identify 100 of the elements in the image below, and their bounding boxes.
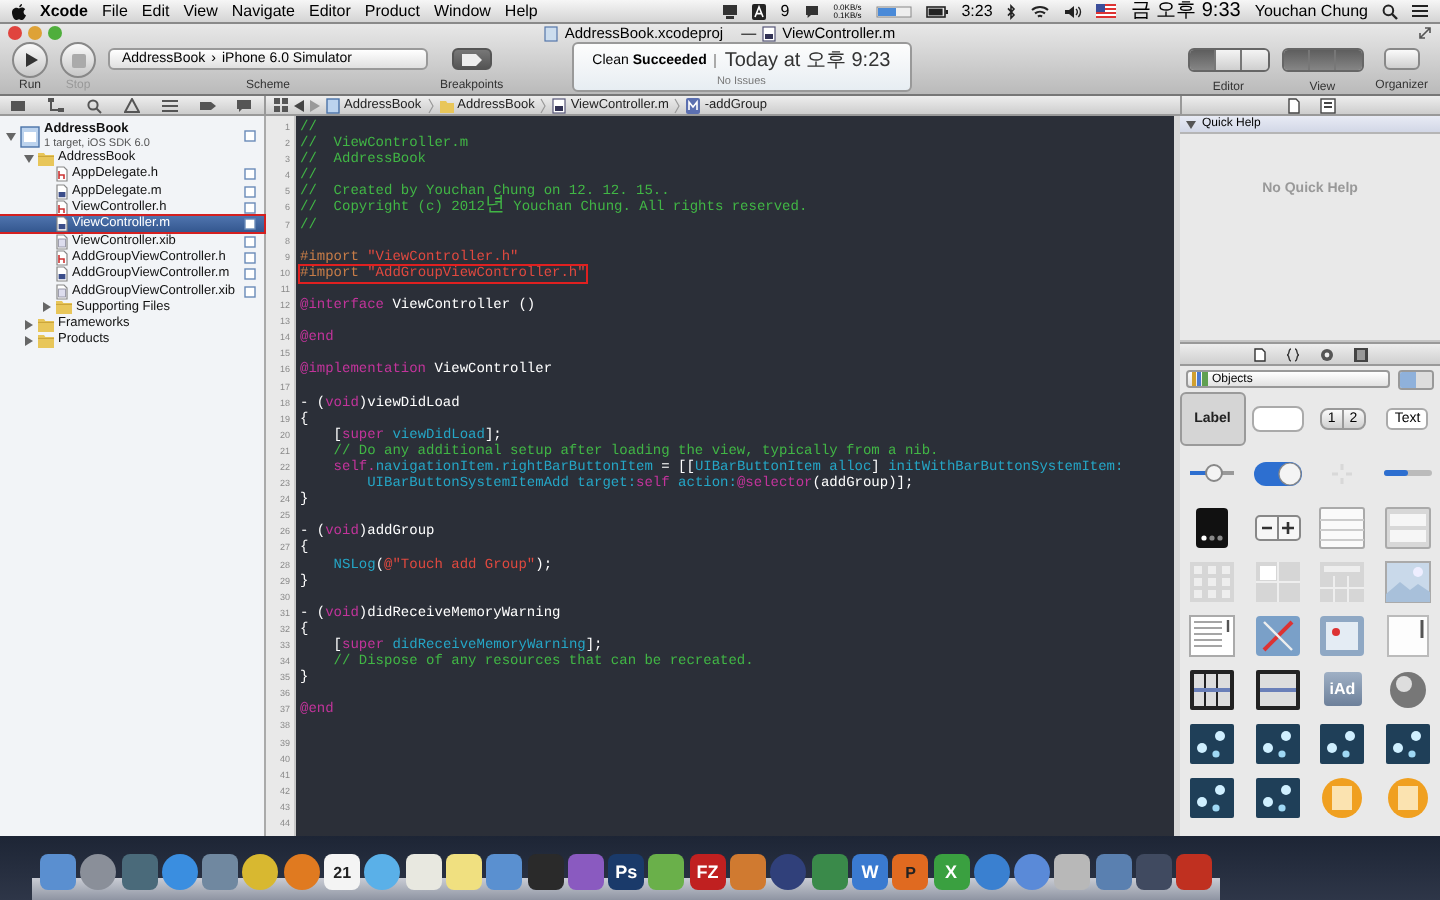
app-icon[interactable] (242, 854, 279, 890)
grid-icon (1186, 559, 1239, 603)
disclosure-triangle[interactable] (5, 131, 15, 141)
breakpoints-button[interactable] (451, 48, 492, 70)
document-icon[interactable] (1287, 97, 1299, 113)
grouped-table-icon (1381, 505, 1434, 549)
flag-icon[interactable] (1096, 4, 1117, 18)
app-icon[interactable] (648, 854, 685, 890)
folder-icon[interactable] (10, 97, 27, 113)
disclosure-triangle[interactable] (23, 319, 33, 330)
speech-bubble-icon[interactable] (236, 97, 253, 113)
app-icon[interactable]: 21 (324, 854, 361, 890)
editor-mode-button[interactable] (1215, 50, 1242, 70)
app-icon[interactable] (283, 854, 320, 890)
app-icon[interactable] (405, 854, 442, 890)
glowing-dots-icon (1186, 721, 1239, 765)
menu-clock[interactable]: 금 오후 9:33 (1130, 1, 1241, 21)
document-icon[interactable] (1253, 347, 1265, 361)
menu-item[interactable]: Product (364, 3, 420, 19)
menu-item[interactable]: File (102, 3, 128, 19)
source-file-icon (552, 97, 567, 113)
warning-icon[interactable] (123, 97, 140, 113)
app-icon[interactable] (1136, 854, 1173, 890)
glowing-dots-icon (1381, 721, 1434, 765)
disclosure-triangle[interactable] (23, 335, 33, 346)
text-input-icon[interactable] (752, 3, 767, 19)
app-icon[interactable] (80, 854, 117, 890)
app-icon[interactable] (811, 854, 848, 890)
organizer-button[interactable] (1383, 48, 1420, 70)
help-icon[interactable] (1319, 97, 1335, 113)
view-toggle-button[interactable] (1309, 50, 1336, 70)
progress-bar-icon (1383, 470, 1432, 476)
date-picker-icon (1186, 667, 1239, 711)
slider-icon (1190, 464, 1235, 482)
folder-icon (38, 151, 54, 166)
app-icon[interactable] (1095, 854, 1132, 890)
battery-icon[interactable] (925, 5, 948, 17)
app-icon[interactable] (527, 854, 564, 890)
speaker-icon[interactable] (1064, 3, 1083, 19)
battery-time[interactable]: 3:23 (961, 3, 993, 19)
hierarchy-icon[interactable] (48, 97, 65, 113)
app-icon[interactable]: W (851, 854, 888, 890)
app-icon[interactable] (202, 854, 239, 890)
library-icon (1192, 372, 1208, 386)
back-arrow-icon[interactable] (294, 99, 304, 111)
build-time: Today at 오후 9:23 (724, 48, 891, 74)
app-icon[interactable] (730, 854, 767, 890)
menu-item[interactable]: View (183, 3, 218, 19)
status-box-icon (244, 218, 256, 231)
menu-item[interactable]: Navigate (231, 3, 295, 19)
glowing-dots-icon (1316, 721, 1369, 765)
app-menu[interactable]: Xcode (40, 3, 89, 19)
grid-icon[interactable] (274, 98, 288, 112)
app-icon[interactable] (1014, 854, 1051, 890)
apple-menu-icon[interactable] (12, 3, 26, 19)
app-icon[interactable] (1176, 854, 1213, 890)
wifi-icon[interactable] (1030, 3, 1051, 19)
app-icon[interactable] (973, 854, 1010, 890)
app-icon[interactable] (486, 854, 523, 890)
user-name[interactable]: Youchan Chung (1254, 3, 1368, 19)
editor-mode-button[interactable] (1241, 50, 1268, 70)
app-icon[interactable] (770, 854, 807, 890)
disclosure-triangle[interactable] (41, 302, 51, 313)
source-file-icon (56, 216, 68, 233)
ad-banner-preview: iAd (1323, 672, 1362, 706)
menu-item[interactable]: Editor (308, 3, 351, 19)
bluetooth-icon[interactable] (1006, 3, 1017, 19)
app-icon[interactable]: FZ (689, 854, 726, 890)
disclosure-triangle[interactable] (23, 153, 33, 164)
memory-meter-icon[interactable] (875, 5, 912, 17)
search-icon[interactable] (1382, 3, 1398, 19)
braces-icon[interactable] (1285, 347, 1299, 361)
status-box-icon (244, 185, 256, 198)
app-icon[interactable] (567, 854, 604, 890)
list-icon[interactable] (1412, 4, 1428, 18)
app-icon[interactable]: Ps (608, 854, 645, 890)
collection-view-icon (1316, 559, 1369, 603)
view-toggle-button[interactable] (1335, 50, 1362, 70)
web-page-icon (1316, 613, 1369, 657)
view-toggle-button[interactable] (1283, 50, 1310, 70)
chat-bubble-icon[interactable] (803, 3, 820, 19)
list-icon[interactable] (161, 97, 178, 113)
app-icon[interactable] (1054, 854, 1091, 890)
app-icon[interactable] (121, 854, 158, 890)
disclosure-triangle[interactable] (1186, 119, 1196, 129)
app-icon[interactable] (364, 854, 401, 890)
fullscreen-icon[interactable] (1418, 26, 1432, 40)
status-box-icon (244, 235, 256, 248)
close-button[interactable] (8, 26, 22, 40)
app-icon[interactable] (445, 854, 482, 890)
film-strip-icon[interactable] (1353, 347, 1367, 361)
menu-item[interactable]: Help (504, 3, 538, 19)
monitor-icon[interactable] (722, 3, 739, 19)
app-icon[interactable] (161, 854, 198, 890)
input-badge[interactable]: 9 (780, 3, 790, 19)
app-icon[interactable]: P (892, 854, 929, 890)
run-button[interactable] (12, 42, 48, 78)
menu-item[interactable]: Edit (141, 3, 170, 19)
search-icon[interactable] (86, 97, 103, 113)
menu-item[interactable]: Window (433, 3, 491, 19)
